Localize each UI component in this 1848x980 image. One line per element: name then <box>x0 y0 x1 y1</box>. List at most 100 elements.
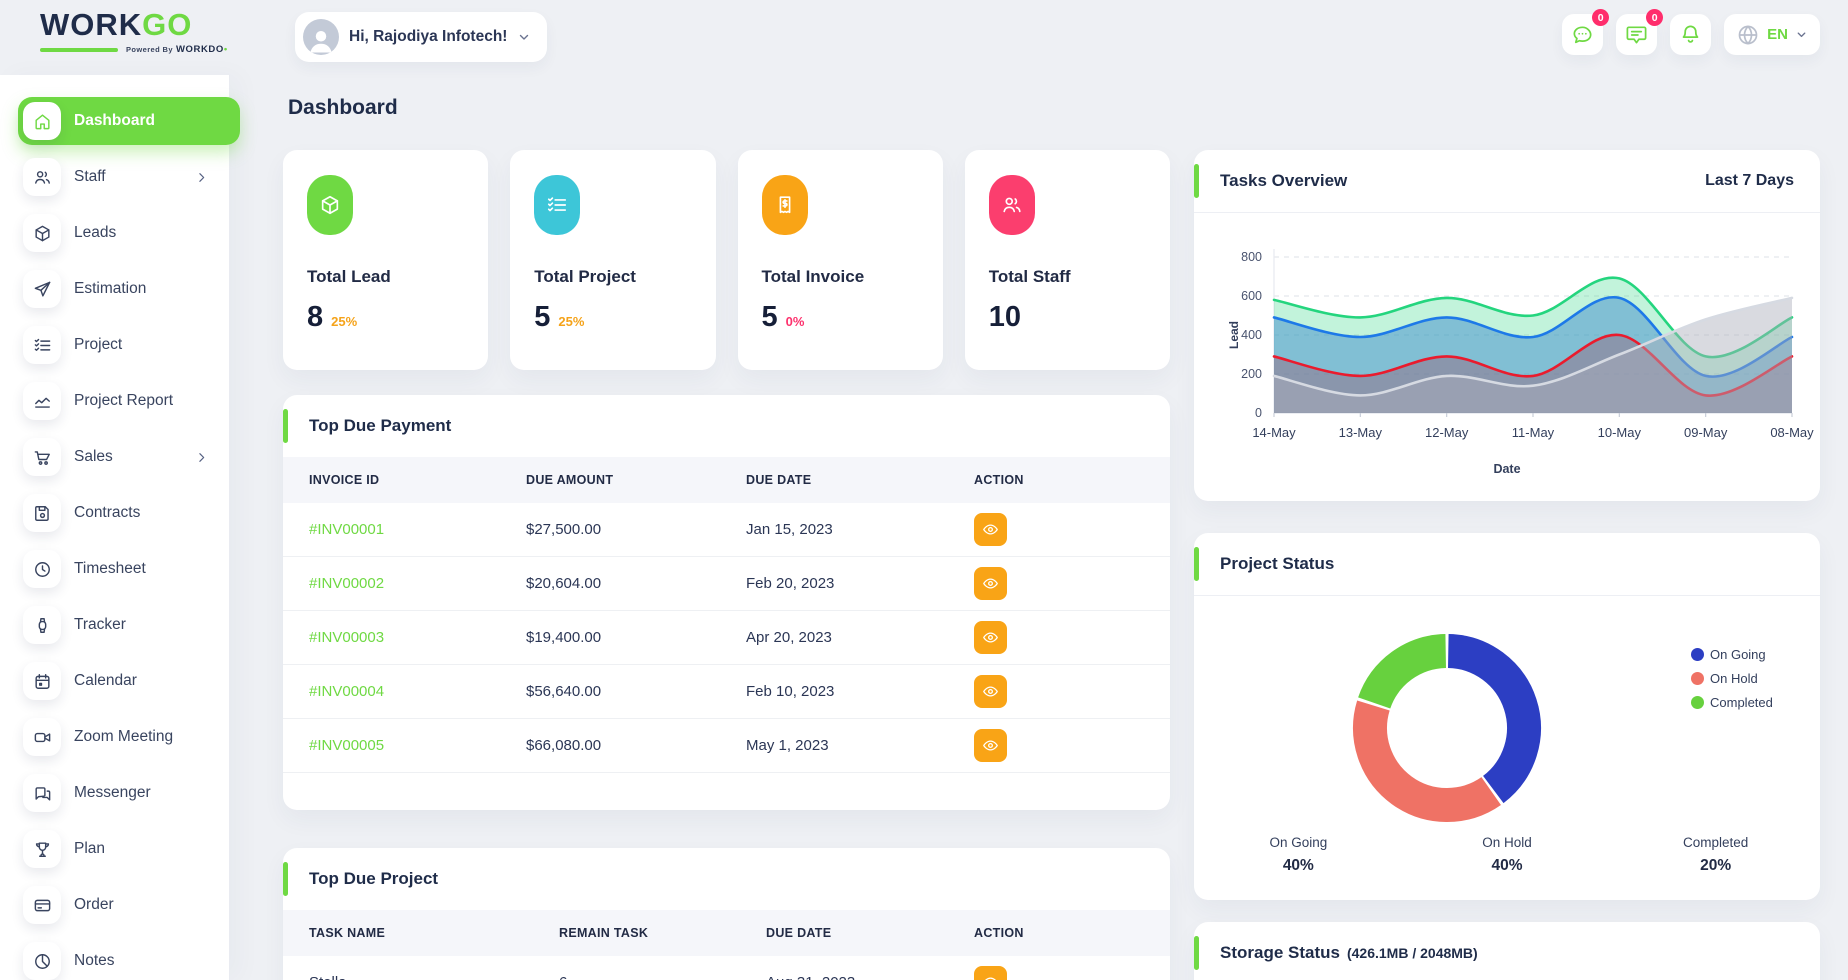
invoice-link[interactable]: #INV00004 <box>309 683 526 700</box>
svg-text:14-May: 14-May <box>1252 425 1296 440</box>
sidebar-item-label: Project Report <box>74 392 173 410</box>
due-project-title: Top Due Project <box>309 869 438 889</box>
clock-icon <box>23 550 61 588</box>
card-icon <box>23 886 61 924</box>
summary-label: On Hold <box>1403 835 1612 850</box>
svg-text:600: 600 <box>1241 289 1262 303</box>
due-amount: $20,604.00 <box>526 575 746 592</box>
sidebar-item-project[interactable]: Project <box>18 321 222 369</box>
column-header: TASK NAME <box>309 926 559 940</box>
due-project-table-body: Stella 6 Aug 31, 2023 <box>283 956 1170 980</box>
divider <box>1194 595 1820 596</box>
view-button[interactable] <box>974 966 1007 980</box>
sidebar-item-messenger[interactable]: Messenger <box>18 769 222 817</box>
stat-card-total-staff: Total Staff 10 <box>965 150 1170 370</box>
invoice-link[interactable]: #INV00001 <box>309 521 526 538</box>
invoice-link[interactable]: #INV00005 <box>309 737 526 754</box>
sidebar-item-timesheet[interactable]: Timesheet <box>18 545 222 593</box>
stat-delta: 25% <box>331 314 357 329</box>
sidebar-item-order[interactable]: Order <box>18 881 222 929</box>
sidebar-item-label: Staff <box>74 168 106 186</box>
accent-bar <box>283 862 288 896</box>
sidebar: Dashboard Staff Leads Estimation Project… <box>0 75 230 980</box>
notifications-button[interactable] <box>1670 14 1711 55</box>
message-square-icon <box>1625 23 1648 46</box>
due-date: May 1, 2023 <box>746 737 974 754</box>
sidebar-nav: Dashboard Staff Leads Estimation Project… <box>0 75 229 980</box>
view-button[interactable] <box>974 675 1007 708</box>
sidebar-item-project-report[interactable]: Project Report <box>18 377 222 425</box>
language-selector[interactable]: EN <box>1724 14 1820 55</box>
table-row: #INV00002 $20,604.00 Feb 20, 2023 <box>283 557 1170 611</box>
sidebar-item-zoom-meeting[interactable]: Zoom Meeting <box>18 713 222 761</box>
column-header: DUE DATE <box>766 926 974 940</box>
due-date: Aug 31, 2023 <box>766 974 974 980</box>
table-row: #INV00005 $66,080.00 May 1, 2023 <box>283 719 1170 773</box>
users-icon <box>989 175 1035 235</box>
project-status-header: Project Status <box>1194 533 1820 595</box>
storage-status-detail: (426.1MB / 2048MB) <box>1347 945 1478 961</box>
sidebar-item-dashboard[interactable]: Dashboard <box>18 97 240 145</box>
legend-label: On Hold <box>1710 671 1758 686</box>
project-status-card: Project Status On GoingOn HoldCompleted … <box>1194 533 1820 900</box>
sidebar-item-tracker[interactable]: Tracker <box>18 601 222 649</box>
column-header: ACTION <box>974 473 1170 487</box>
sidebar-item-sales[interactable]: Sales <box>18 433 222 481</box>
sidebar-item-calendar[interactable]: Calendar <box>18 657 222 705</box>
view-button[interactable] <box>974 729 1007 762</box>
table-row: Stella 6 Aug 31, 2023 <box>283 956 1170 980</box>
view-button[interactable] <box>974 567 1007 600</box>
donut-summary-completed: Completed20% <box>1611 835 1820 875</box>
invoice-link[interactable]: #INV00003 <box>309 629 526 646</box>
project-status-donut-chart <box>1322 603 1572 853</box>
due-payment-header: Top Due Payment <box>283 395 1170 457</box>
due-project-table-header: TASK NAMEREMAIN TASKDUE DATEACTION <box>283 910 1170 956</box>
brand-logo[interactable]: WORKGO Powered By WORKDO• <box>40 10 228 55</box>
sidebar-item-contracts[interactable]: Contracts <box>18 489 222 537</box>
legend-dot <box>1691 696 1704 709</box>
stat-label: Total Project <box>534 267 691 287</box>
project-status-title: Project Status <box>1220 554 1334 574</box>
watch-icon <box>23 606 61 644</box>
donut-slice-on-hold <box>1370 706 1491 806</box>
view-button[interactable] <box>974 513 1007 546</box>
stat-value: 10 <box>989 301 1021 334</box>
messages-badge: 0 <box>1646 9 1663 26</box>
due-amount: $66,080.00 <box>526 737 746 754</box>
sidebar-item-plan[interactable]: Plan <box>18 825 222 873</box>
sidebar-item-label: Plan <box>74 840 105 858</box>
user-menu[interactable]: Hi, Rajodiya Infotech! <box>295 12 547 62</box>
sidebar-item-estimation[interactable]: Estimation <box>18 265 222 313</box>
invoice-icon <box>762 175 808 235</box>
sidebar-item-label: Project <box>74 336 122 354</box>
sidebar-item-staff[interactable]: Staff <box>18 153 222 201</box>
logo-tagline: Powered By <box>126 45 173 54</box>
invoice-link[interactable]: #INV00002 <box>309 575 526 592</box>
tasks-overview-period: Last 7 Days <box>1705 172 1794 190</box>
due-date: Feb 10, 2023 <box>746 683 974 700</box>
x-axis-title: Date <box>1194 462 1820 476</box>
due-payment-card: Top Due Payment INVOICE IDDUE AMOUNTDUE … <box>283 395 1170 810</box>
svg-text:0: 0 <box>1255 406 1262 420</box>
legend-dot <box>1691 672 1704 685</box>
due-date: Feb 20, 2023 <box>746 575 974 592</box>
column-header: DUE DATE <box>746 473 974 487</box>
video-icon <box>23 718 61 756</box>
sidebar-item-notes[interactable]: Notes <box>18 937 222 980</box>
view-button[interactable] <box>974 621 1007 654</box>
accent-bar <box>1194 936 1199 970</box>
cart-icon <box>23 438 61 476</box>
area-chart-svg: 020040060080014-May13-May12-May11-May10-… <box>1194 221 1820 471</box>
checklist-icon <box>534 175 580 235</box>
due-project-card: Top Due Project TASK NAMEREMAIN TASKDUE … <box>283 848 1170 980</box>
accent-bar <box>1194 164 1199 198</box>
due-payment-table-header: INVOICE IDDUE AMOUNTDUE DATEACTION <box>283 457 1170 503</box>
legend-dot <box>1691 648 1704 661</box>
messages-button[interactable]: 0 <box>1616 14 1657 55</box>
save-icon <box>23 494 61 532</box>
svg-text:400: 400 <box>1241 328 1262 342</box>
sidebar-item-leads[interactable]: Leads <box>18 209 222 257</box>
cube-icon <box>307 175 353 235</box>
chat-button[interactable]: 0 <box>1562 14 1603 55</box>
donut-summary-on-going: On Going40% <box>1194 835 1403 875</box>
